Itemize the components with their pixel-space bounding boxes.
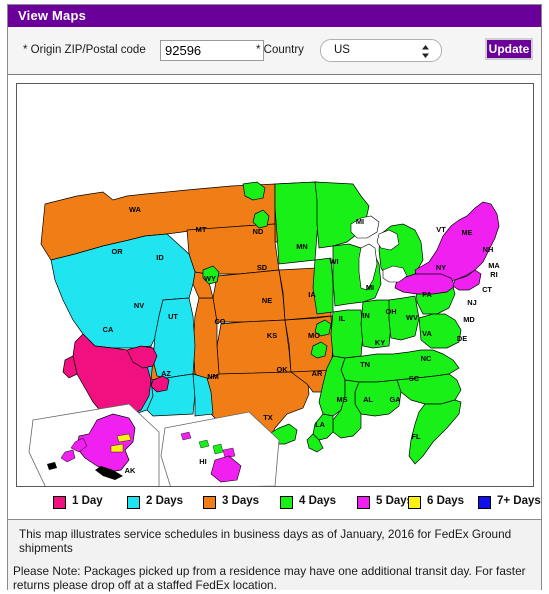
state-label: UT [168, 312, 178, 321]
state-label: NH [483, 245, 494, 254]
state-label: ME [461, 228, 472, 237]
legend-label: 4 Days [299, 495, 337, 507]
state-label: ND [253, 227, 264, 236]
state-label: NE [262, 296, 272, 305]
chevron-updown-icon [421, 44, 430, 59]
legend-label: 6 Days [427, 495, 465, 507]
state-label: KY [375, 338, 385, 347]
state-label: WI [329, 257, 338, 266]
state-label: LA [315, 420, 326, 429]
state-label: KS [267, 331, 277, 340]
state-label: FL [411, 432, 421, 441]
state-label: MO [308, 331, 320, 340]
legend-color-swatch [408, 496, 421, 509]
state-label: WV [406, 313, 418, 322]
inset-hawaii [160, 411, 280, 486]
state-label: WA [129, 205, 142, 214]
transit-time-map[interactable]: WA OR ID MT ND MN MI VT ME NH MA RI CT NY WY SD WI MI PA NJ… [16, 83, 534, 487]
note-service-schedule: This map illustrates service schedules i… [19, 527, 512, 555]
legend-color-swatch [478, 496, 491, 509]
state-label: RI [490, 270, 497, 279]
state-label: OH [385, 307, 396, 316]
state-label: TN [360, 360, 370, 369]
state-label: IN [362, 311, 369, 320]
legend-label: 3 Days [222, 495, 260, 507]
state-label: NC [421, 354, 432, 363]
country-select-value: US [334, 44, 350, 56]
legend-color-swatch [203, 496, 216, 509]
state-label: CA [103, 325, 114, 334]
state-label: HI [199, 457, 206, 466]
state-label: VT [436, 225, 446, 234]
legend-color-swatch [280, 496, 293, 509]
state-label: OR [111, 247, 123, 256]
legend-label: 2 Days [146, 495, 184, 507]
legend-color-swatch [127, 496, 140, 509]
state-label: AR [312, 369, 323, 378]
state-label: MN [296, 242, 308, 251]
legend-color-swatch [53, 496, 66, 509]
state-label: WY [204, 274, 216, 283]
us-map-svg: WA OR ID MT ND MN MI VT ME NH MARI CT NY WY SD WI MI PA NJ… [28, 181, 500, 486]
state-label: VA [422, 329, 432, 338]
state-label: MI [366, 283, 374, 292]
map-notes: This map illustrates service schedules i… [8, 519, 541, 592]
state-label: SC [409, 374, 420, 383]
state-label: MD [463, 315, 475, 324]
state-label: MT [196, 225, 207, 234]
state-label: AZ [161, 369, 171, 378]
state-label: CO [214, 317, 225, 326]
state-label: CT [482, 285, 492, 294]
legend-label: 7+ Days [497, 495, 541, 507]
state-label: NJ [467, 298, 476, 307]
state-label: DE [457, 334, 467, 343]
state-label: OK [276, 365, 288, 374]
legend-color-swatch [357, 496, 370, 509]
state-label: MS [336, 395, 347, 404]
state-label: SD [257, 263, 268, 272]
state-label: NV [134, 301, 144, 310]
state-label: MA [488, 261, 500, 270]
country-select[interactable]: US [320, 39, 442, 62]
note-please-note: Please Note: Packages picked up from a r… [13, 564, 526, 592]
legend-label: 1 Day [72, 495, 103, 507]
state-label: MI [356, 217, 364, 226]
panel-title: View Maps [8, 5, 541, 27]
country-label: * Country [256, 44, 304, 56]
state-label: TX [263, 413, 273, 422]
origin-form: * Origin ZIP/Postal code * Country US Up… [8, 27, 541, 75]
state-label: NM [207, 372, 219, 381]
state-label: ID [156, 253, 164, 262]
state-label: IL [339, 314, 346, 323]
state-label: AK [125, 466, 136, 475]
view-maps-panel: View Maps * Origin ZIP/Postal code * Cou… [7, 4, 542, 592]
origin-zip-label: * Origin ZIP/Postal code [23, 44, 146, 56]
state-label: PA [422, 290, 432, 299]
inset-alaska [28, 403, 160, 486]
state-label: IA [308, 290, 316, 299]
state-label: GA [389, 395, 401, 404]
state-label: AL [363, 395, 373, 404]
state-label: NY [436, 263, 446, 272]
origin-zip-input[interactable] [160, 40, 264, 61]
update-button[interactable]: Update [485, 38, 533, 60]
